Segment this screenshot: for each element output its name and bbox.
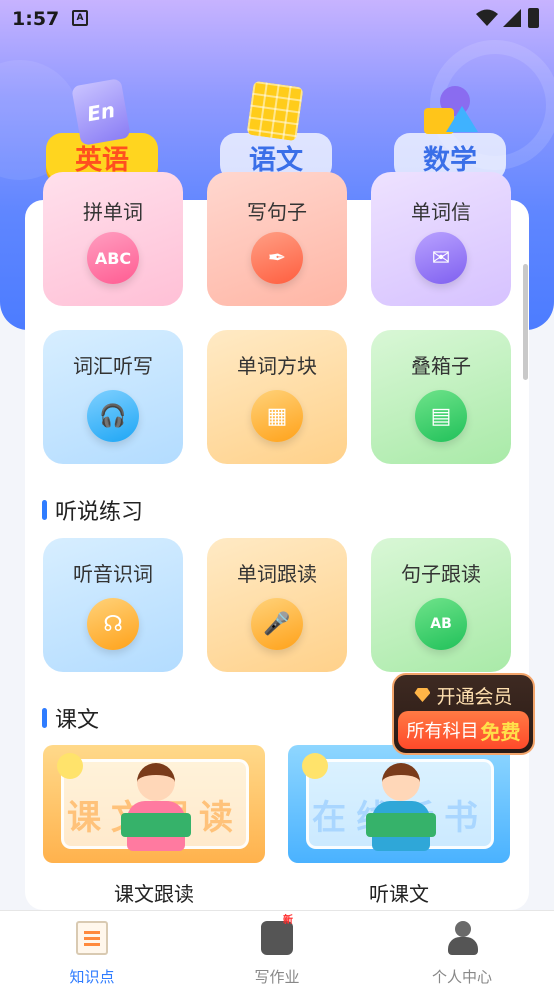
headset-icon: ☊ (87, 598, 139, 650)
card-label: 单词方块 (237, 354, 317, 378)
section-title-text: 听说练习 (55, 500, 144, 525)
card-label: 拼单词 (83, 200, 143, 224)
scroll-mask (0, 182, 554, 200)
battery-icon (528, 8, 539, 28)
tab-profile[interactable]: 个人中心 (370, 911, 554, 985)
chinese-grid-icon (246, 80, 304, 142)
vip-title: 开通会员 (436, 685, 513, 708)
headphones-icon: 🎧 (87, 390, 139, 442)
card-label: 句子跟读 (401, 562, 481, 586)
vip-title-row: 开通会员 (398, 679, 529, 711)
ab-speaker-icon: AB (415, 598, 467, 650)
reading-girl-illustration (121, 763, 191, 863)
lesson-card-readalong[interactable]: 课文跟读 (43, 745, 265, 863)
lesson-caption[interactable]: 听课文 (288, 878, 510, 907)
user-icon (446, 921, 478, 955)
bottom-tab-bar: 知识点 新 写作业 个人中心 (0, 910, 554, 985)
cellular-signal-icon (503, 9, 521, 27)
app-indicator-icon: A (72, 10, 88, 26)
diamond-icon (414, 688, 431, 702)
card-word-blocks[interactable]: 单词方块 ▦ (207, 330, 347, 464)
subject-tab-label: 英语 (75, 144, 129, 176)
card-stack-boxes[interactable]: 叠箱子 ▤ (371, 330, 511, 464)
tab-label: 写作业 (254, 968, 300, 985)
vip-free-label: 免费 (480, 719, 521, 744)
tab-label: 知识点 (69, 968, 115, 985)
math-shapes-icon (424, 86, 478, 136)
card-sentence-readalong[interactable]: 句子跟读 AB (371, 538, 511, 672)
pen-nib-icon: ✒ (251, 232, 303, 284)
section-title-lesson: 课文 (42, 702, 99, 734)
card-vocab-dictation[interactable]: 词汇听写 🎧 (43, 330, 183, 464)
blocks-icon: ▦ (251, 390, 303, 442)
crate-icon: ▤ (415, 390, 467, 442)
vip-membership-button[interactable]: 开通会员 所有科目 免费 (392, 673, 535, 755)
tab-knowledge[interactable]: 知识点 (0, 911, 184, 985)
lesson-caption[interactable]: 课文跟读 (43, 878, 265, 907)
wifi-icon (476, 9, 498, 26)
section-marker (42, 708, 47, 728)
tab-homework[interactable]: 新 写作业 (185, 911, 369, 985)
subject-tab-label: 数学 (423, 144, 477, 176)
english-book-icon: En (71, 78, 131, 146)
section-title-listening: 听说练习 (42, 494, 143, 526)
vip-offer-text: 所有科目 (406, 721, 479, 742)
card-label: 词汇听写 (73, 354, 153, 378)
notebook-icon (76, 921, 108, 955)
card-label: 单词跟读 (237, 562, 317, 586)
tab-label: 个人中心 (431, 968, 492, 985)
card-listen-identify[interactable]: 听音识词 ☊ (43, 538, 183, 672)
card-label: 写句子 (247, 200, 307, 224)
section-marker (42, 500, 47, 520)
scrollbar[interactable] (523, 264, 528, 380)
homework-machine-icon: 新 (261, 915, 293, 955)
reading-girl-illustration (366, 763, 436, 863)
abc-icon: ABC (87, 232, 139, 284)
section-title-text: 课文 (55, 708, 100, 733)
envelope-icon: ✉ (415, 232, 467, 284)
status-bar: 1:57 A (0, 0, 554, 38)
status-time: 1:57 (12, 8, 60, 30)
card-label: 听音识词 (73, 562, 153, 586)
new-badge: 新 (283, 915, 293, 926)
sun-icon (57, 753, 83, 779)
microphone-icon: 🎤 (251, 598, 303, 650)
card-label: 单词信 (411, 200, 471, 224)
subject-tab-label: 语文 (249, 144, 303, 176)
card-label: 叠箱子 (411, 354, 471, 378)
card-word-readalong[interactable]: 单词跟读 🎤 (207, 538, 347, 672)
sun-icon (302, 753, 328, 779)
lesson-card-listen[interactable]: 在线听书 (288, 745, 510, 863)
vip-offer: 所有科目 免费 (398, 711, 529, 749)
